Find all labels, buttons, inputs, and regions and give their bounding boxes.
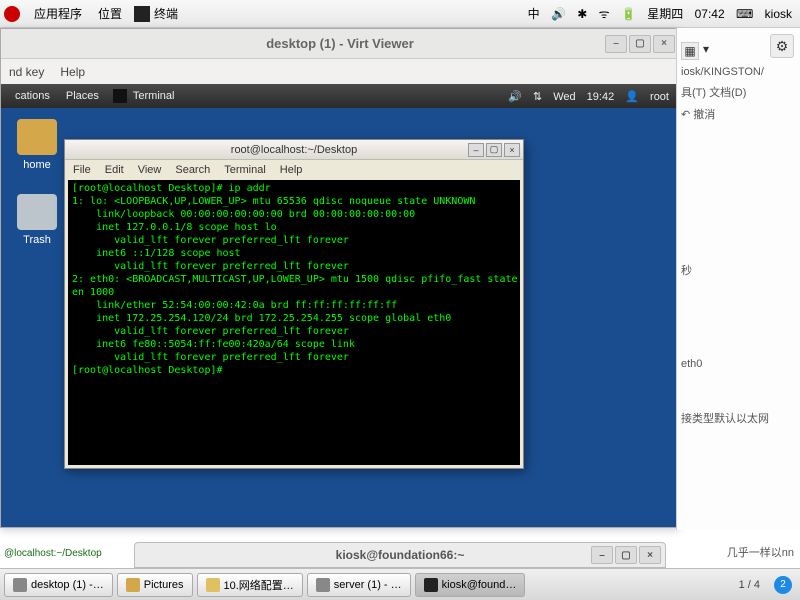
terminal-menu-terminal[interactable]: Terminal <box>224 164 266 176</box>
trash-icon <box>17 194 57 230</box>
terminal-icon[interactable] <box>134 6 150 22</box>
task-label: 10.网络配置… <box>224 577 294 593</box>
grid-icon[interactable]: ▦ <box>681 42 699 60</box>
guest-volume-icon[interactable]: 🔊 <box>508 91 522 103</box>
virt-menu-help[interactable]: Help <box>60 65 85 79</box>
taskbar-item-virtviewer[interactable]: desktop (1) -… <box>4 573 113 597</box>
terminal-output[interactable]: [root@localhost Desktop]# ip addr 1: lo:… <box>68 180 520 465</box>
status-bar-left: @localhost:~/Desktop <box>0 546 106 566</box>
host-day: 星期四 <box>647 7 683 21</box>
guest-places-menu[interactable]: Places <box>58 90 107 102</box>
host-user[interactable]: kiosk <box>765 7 792 21</box>
conn-type-label: 接类型默认以太网 <box>681 410 796 426</box>
taskbar-item-document[interactable]: 10.网络配置… <box>197 573 303 597</box>
undo-label[interactable]: 撤消 <box>693 109 715 121</box>
host-taskbar: desktop (1) -… Pictures 10.网络配置… server … <box>0 568 800 600</box>
window-icon <box>316 578 330 592</box>
terminal-window: root@localhost:~/Desktop – ▢ × File Edit… <box>64 139 524 469</box>
background-window-sliver: ⚙ ▦▾ iosk/KINGSTON/ 具(T) 文档(D) ↶ 撤消 秒 et… <box>676 28 800 530</box>
seconds-label: 秒 <box>681 262 796 278</box>
terminal-titlebar[interactable]: root@localhost:~/Desktop – ▢ × <box>65 140 523 160</box>
virt-menu-sendkey[interactable]: nd key <box>9 65 44 79</box>
host-time: 07:42 <box>695 7 725 21</box>
guest-terminal-label[interactable]: Terminal <box>133 90 175 102</box>
terminal-menu-help[interactable]: Help <box>280 164 303 176</box>
ime-indicator[interactable]: 中 <box>528 7 540 21</box>
path-fragment: iosk/KINGSTON/ <box>681 66 796 78</box>
close-button[interactable]: × <box>639 546 661 564</box>
folder-icon <box>17 119 57 155</box>
foundation-window-titlebar[interactable]: kiosk@foundation66:~ – ▢ × <box>134 542 666 568</box>
terminal-menu-view[interactable]: View <box>138 164 162 176</box>
bluetooth-icon[interactable]: ✱ <box>577 7 587 21</box>
guest-network-icon[interactable]: ⇅ <box>533 91 542 103</box>
tools-menu[interactable]: 具(T) <box>681 87 706 99</box>
guest-user-icon[interactable]: 👤 <box>625 91 639 103</box>
task-label: Pictures <box>144 579 184 591</box>
host-applications-menu[interactable]: 应用程序 <box>26 5 90 22</box>
note-fragment: 几乎一样以nn <box>727 544 794 560</box>
terminal-launcher-label[interactable]: 终端 <box>154 5 178 22</box>
virt-menubar: nd key Help <box>1 59 679 84</box>
wifi-icon[interactable]: ᯤ <box>599 7 610 21</box>
page-indicator: 1 / 4 <box>733 579 766 591</box>
maximize-button[interactable]: ▢ <box>615 546 637 564</box>
guest-time: 19:42 <box>587 91 615 103</box>
guest-applications-menu[interactable]: cations <box>7 90 58 102</box>
taskbar-item-foundation-terminal[interactable]: kiosk@found… <box>415 573 526 597</box>
terminal-minimize-button[interactable]: – <box>468 143 484 157</box>
window-icon <box>13 578 27 592</box>
host-top-panel: 应用程序 位置 终端 中 🔊 ✱ ᯤ 🔋 星期四 07:42 ⌨ kiosk <box>0 0 800 28</box>
terminal-icon[interactable] <box>113 89 127 103</box>
docs-menu[interactable]: 文档(D) <box>709 87 746 99</box>
guest-user[interactable]: root <box>650 91 669 103</box>
task-label: server (1) - … <box>334 579 402 591</box>
virt-title-text: desktop (1) - Virt Viewer <box>266 36 414 51</box>
host-tray: 中 🔊 ✱ ᯤ 🔋 星期四 07:42 ⌨ kiosk <box>524 5 796 22</box>
maximize-button[interactable]: ▢ <box>629 35 651 53</box>
minimize-button[interactable]: – <box>605 35 627 53</box>
task-label: kiosk@found… <box>442 579 517 591</box>
terminal-menu-file[interactable]: File <box>73 164 91 176</box>
host-places-menu[interactable]: 位置 <box>90 5 130 22</box>
terminal-menubar: File Edit View Search Terminal Help <box>65 160 523 180</box>
terminal-icon <box>424 578 438 592</box>
terminal-maximize-button[interactable]: ▢ <box>486 143 502 157</box>
terminal-menu-edit[interactable]: Edit <box>105 164 124 176</box>
eth-label: eth0 <box>681 358 796 370</box>
virt-titlebar[interactable]: desktop (1) - Virt Viewer – ▢ × <box>1 29 679 59</box>
folder-icon <box>126 578 140 592</box>
taskbar-item-server[interactable]: server (1) - … <box>307 573 411 597</box>
volume-icon[interactable]: 🔊 <box>551 7 566 21</box>
notification-badge[interactable]: 2 <box>774 576 792 594</box>
guest-top-panel: cations Places Terminal 🔊 ⇅ Wed 19:42 👤 … <box>1 84 679 108</box>
redhat-logo-icon <box>4 6 20 22</box>
chevron-down-icon[interactable]: ▾ <box>703 42 709 60</box>
gear-icon[interactable]: ⚙ <box>770 34 794 58</box>
document-icon <box>206 578 220 592</box>
battery-icon[interactable]: 🔋 <box>621 7 636 21</box>
close-button[interactable]: × <box>653 35 675 53</box>
keyboard-icon[interactable]: ⌨ <box>736 7 753 21</box>
trash-label: Trash <box>7 234 67 246</box>
home-label: home <box>7 159 67 171</box>
foundation-title-text: kiosk@foundation66:~ <box>336 548 465 562</box>
guest-desktop: cations Places Terminal 🔊 ⇅ Wed 19:42 👤 … <box>1 84 679 527</box>
terminal-menu-search[interactable]: Search <box>175 164 210 176</box>
terminal-close-button[interactable]: × <box>504 143 520 157</box>
taskbar-item-pictures[interactable]: Pictures <box>117 573 193 597</box>
minimize-button[interactable]: – <box>591 546 613 564</box>
task-label: desktop (1) -… <box>31 579 104 591</box>
home-desktop-icon[interactable]: home <box>7 119 67 171</box>
trash-desktop-icon[interactable]: Trash <box>7 194 67 246</box>
terminal-title-text: root@localhost:~/Desktop <box>231 144 357 156</box>
virt-viewer-window: desktop (1) - Virt Viewer – ▢ × nd key H… <box>0 28 680 528</box>
guest-day: Wed <box>553 91 575 103</box>
undo-icon[interactable]: ↶ <box>681 109 690 121</box>
